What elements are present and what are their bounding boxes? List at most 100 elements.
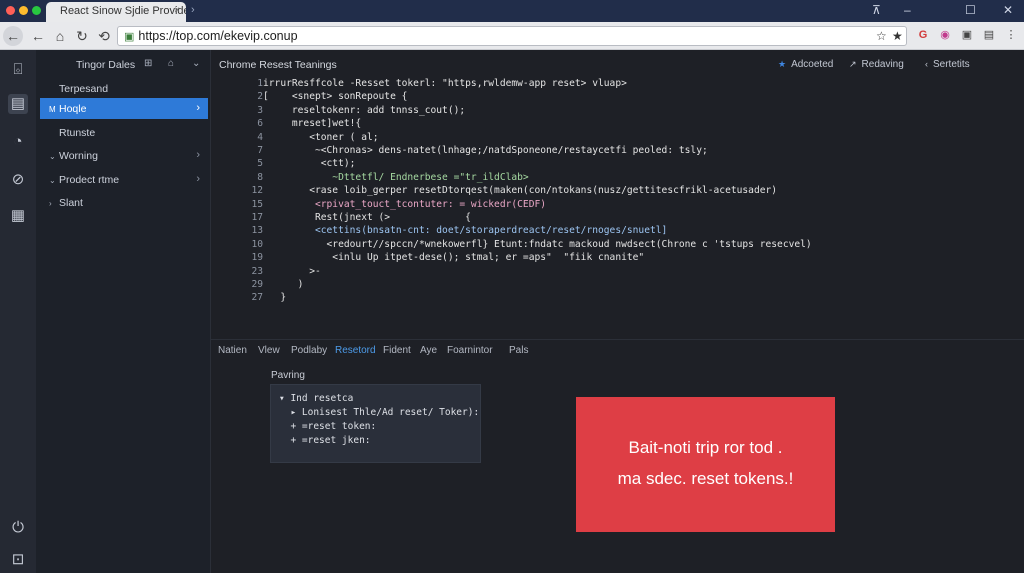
tab-vlew[interactable]: Vlew <box>258 345 280 356</box>
code-text: <cettins(bnsatn-cnt: doet/storaperdreact… <box>263 225 668 237</box>
code-text: <inlu Up itpet-dese(); stmal; er =aps" "… <box>263 252 645 264</box>
alert-line-2: ma sdec. reset tokens.! <box>617 469 794 488</box>
caret-icon: ⌄ <box>49 152 56 161</box>
new-tab-icon[interactable]: › <box>191 4 195 16</box>
home-icon[interactable]: ⌂ <box>168 58 174 69</box>
address-bar[interactable]: ▣ https://top.com/ekevip.conup ☆ ★ <box>117 26 907 46</box>
sidebar-item-prodect-rtme[interactable]: ⌄ Prodect rtme › <box>40 169 208 190</box>
minimize-window-dot[interactable] <box>19 6 28 15</box>
chevron-down-icon[interactable]: ⌄ <box>192 58 200 69</box>
extension-g-icon[interactable]: G <box>916 28 930 42</box>
button-label: Sertetits <box>933 59 970 70</box>
line-number: 3 <box>257 104 263 116</box>
sidebar-item-label: Terpesand <box>59 83 109 95</box>
reset-token-alert: Bait-noti trip ror tod . ma sdec. reset … <box>576 397 835 532</box>
code-text: <rpivat_touct_tcontuter: = wickedr(CEDF) <box>263 198 547 210</box>
tab-close-icon[interactable]: × <box>174 5 180 16</box>
back-button[interactable]: ← <box>3 26 23 46</box>
browser-tab[interactable]: React Sinow Sjdie Provide × <box>46 2 186 22</box>
code-line: 5 <ctt); <box>211 158 1024 170</box>
code-text: reseltokenr: add tnnss_cout(); <box>263 104 466 116</box>
grid-icon[interactable]: ⊞ <box>144 58 152 69</box>
sidebar-item-rtunste[interactable]: Rtunste <box>40 122 208 143</box>
code-line: 23 >- <box>211 266 1024 278</box>
extension-record-icon[interactable]: ◉ <box>938 28 952 42</box>
chevron-right-icon: › <box>196 149 200 161</box>
grid-icon[interactable]: ▦ <box>8 206 28 226</box>
tree-node[interactable]: + =reset token: <box>279 421 376 432</box>
tab-aye[interactable]: Aye <box>420 345 437 356</box>
sidebar-item-worning[interactable]: ⌄ Worning › <box>40 145 208 166</box>
lock-icon[interactable]: ▤ <box>8 94 28 114</box>
sidebar-item-label: Rtunste <box>59 127 96 139</box>
home-button[interactable]: ⌂ <box>50 26 70 46</box>
reload-icon: ↻ <box>76 28 88 44</box>
code-text: [ <snept> sonRepoute { <box>263 91 408 103</box>
line-number: 6 <box>257 118 263 130</box>
sertetits-button[interactable]: ‹ Sertetits <box>925 59 970 70</box>
browser-menu-icon[interactable]: ⋮ <box>1004 28 1018 42</box>
button-label: Redaving <box>861 59 904 70</box>
line-number: 29 <box>251 279 263 290</box>
code-line: 3 reseltokenr: add tnnss_cout(); <box>211 105 1024 117</box>
pie-icon[interactable]: ◔ <box>8 132 28 152</box>
power-icon[interactable]: ⏻ <box>8 518 28 538</box>
maximize-icon[interactable]: ☐ <box>965 3 976 17</box>
tab-fident[interactable]: Fident <box>383 345 411 356</box>
code-text: } <box>263 292 287 304</box>
forward-button[interactable]: ← <box>28 26 48 46</box>
compass-icon[interactable]: ⊘ <box>8 170 28 190</box>
extension-menu-icon[interactable]: ▤ <box>982 28 996 42</box>
bookmark-filled-icon[interactable]: ★ <box>892 29 903 43</box>
tab-resetord[interactable]: Resetord <box>335 345 376 356</box>
icon-rail: ⌺ ▤ ◔ ⊘ ▦ ⏻ ⊡ <box>0 50 36 573</box>
suitcase-icon[interactable]: ⌺ <box>8 60 28 80</box>
tab-title: React Sinow Sjdie Provide <box>60 5 186 17</box>
line-number: 2 <box>257 91 263 103</box>
sidebar-item-slant[interactable]: › Slant <box>40 192 208 213</box>
code-line: 10 <redourt//spccn/*wnekowerfl} Etunt:fn… <box>211 239 1024 251</box>
tree-node[interactable]: + =reset jken: <box>279 435 370 446</box>
token-tree-panel: ▾ Ind resetca ▸ Lonisest Thle/Ad reset/ … <box>270 384 481 463</box>
sidebar-item-hoqle[interactable]: M Hoqle › <box>40 98 208 119</box>
alert-line-1: Bait-noti trip ror tod . <box>628 438 783 457</box>
code-line: 1 irrurResffcole -Resset tokerl: "https,r… <box>211 78 1024 90</box>
forward-arrow-icon: ← <box>31 28 45 44</box>
window-pin-icon[interactable]: ⊼ <box>872 3 881 17</box>
code-text: Rest(jnext (> { <box>263 212 471 223</box>
close-window-dot[interactable] <box>6 6 15 15</box>
tab-pals[interactable]: Pals <box>509 345 528 356</box>
code-text: <ctt); <box>263 158 356 170</box>
maximize-window-dot[interactable] <box>32 6 41 15</box>
sidebar-item-terpesand[interactable]: Terpesand <box>40 78 208 99</box>
tab-podlaby[interactable]: Podlaby <box>291 345 327 356</box>
extension-box-icon[interactable]: ▣ <box>960 28 974 42</box>
history-button[interactable]: ⟲ <box>94 26 114 46</box>
adcoeted-button[interactable]: ★ Adcoeted <box>778 59 833 70</box>
reload-button[interactable]: ↻ <box>72 26 92 46</box>
tab-foarnintor[interactable]: Foarnintor <box>447 345 493 356</box>
code-text: <toner ( al; <box>263 131 379 143</box>
bookmark-outline-icon[interactable]: ☆ <box>876 29 887 43</box>
tree-node[interactable]: ▸ Lonisest Thle/Ad reset/ Toker): <box>279 407 479 418</box>
line-number: 27 <box>251 292 263 304</box>
code-line: 15 <rpivat_touct_tcontuter: = wickedr(CE… <box>211 199 1024 211</box>
tab-natien[interactable]: Natien <box>218 345 247 356</box>
code-line: 4 <toner ( al; <box>211 132 1024 144</box>
line-number: 1 <box>257 78 263 89</box>
sidebar-item-label: Hoqle <box>59 103 87 115</box>
close-icon[interactable]: ✕ <box>1003 3 1013 17</box>
code-editor[interactable]: 1 irrurResffcole -Resset tokerl: "https,r… <box>211 78 1024 333</box>
chevron-right-icon: › <box>196 173 200 185</box>
address-text: https://top.com/ekevip.conup <box>138 29 298 43</box>
caret-icon: M <box>49 105 56 114</box>
code-text: ) <box>263 279 304 290</box>
redaving-button[interactable]: ↗ Redaving <box>849 59 904 70</box>
line-number: 17 <box>251 212 263 223</box>
page-title: Chrome Resest Teanings <box>219 59 337 71</box>
tree-node[interactable]: ▾ Ind resetca <box>279 393 353 404</box>
code-text: mreset]wet!{ <box>263 118 362 130</box>
minimize-icon[interactable]: – <box>904 3 911 17</box>
bell-icon[interactable]: ⊡ <box>8 550 28 570</box>
code-line: 8 ~Dttetfl/ Endnerbese ="tr_ildClab> <box>211 172 1024 184</box>
